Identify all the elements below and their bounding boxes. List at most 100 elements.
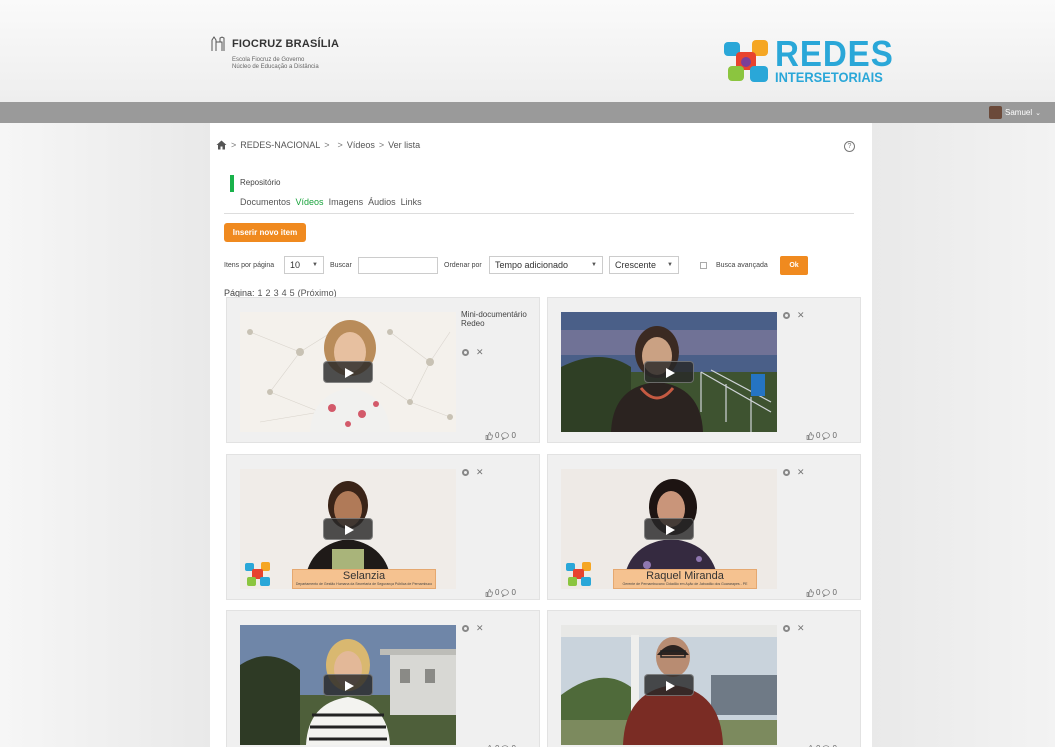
likes-count: 0	[495, 431, 500, 440]
caret-down-icon: ▼	[312, 262, 318, 268]
likes-count: 0	[816, 431, 821, 440]
breadcrumb-item[interactable]: Vídeos	[347, 140, 375, 150]
items-per-page-label: Itens por página	[224, 262, 275, 269]
play-button[interactable]	[644, 518, 694, 540]
gear-icon[interactable]	[783, 468, 790, 476]
redes-puzzle-icon	[245, 562, 270, 586]
home-icon[interactable]	[216, 140, 227, 150]
avatar	[989, 106, 1002, 119]
video-thumbnail[interactable]: Raquel Miranda Gerente de Pernambucano C…	[561, 469, 777, 589]
redes-logo[interactable]: REDES INTERSETORIAIS	[722, 33, 904, 85]
fiocruz-logo[interactable]: FIOCRUZ BRASÍLIA Escola Fiocruz de Gover…	[210, 36, 339, 71]
comments-count: 0	[511, 431, 516, 440]
video-stats: 0 0	[806, 431, 837, 440]
tab-links[interactable]: Links	[401, 197, 422, 207]
gear-icon[interactable]	[783, 624, 790, 632]
top-nav-bar: Samuel ⌄	[0, 102, 1055, 123]
redes-title: REDES	[775, 33, 894, 74]
close-icon[interactable]: ✕	[476, 624, 484, 633]
breadcrumb-item[interactable]: REDES-NACIONAL	[240, 140, 320, 150]
tab-videos[interactable]: Vídeos	[296, 197, 324, 207]
close-icon[interactable]: ✕	[476, 348, 484, 357]
divider	[224, 213, 854, 214]
video-stats: 0 0	[806, 588, 837, 597]
breadcrumb-separator: >	[324, 140, 330, 150]
filter-bar: Itens por página 10 ▼ Buscar Ordenar por …	[224, 256, 864, 276]
thumbs-up-icon[interactable]	[806, 588, 814, 597]
thumbs-up-icon[interactable]	[806, 431, 814, 440]
person-role: Gerente de Pernambucano Cidadão em Ação …	[622, 582, 748, 586]
play-button[interactable]	[644, 674, 694, 696]
help-icon[interactable]: ?	[844, 141, 855, 152]
fiocruz-title: FIOCRUZ BRASÍLIA	[232, 38, 340, 50]
close-icon[interactable]: ✕	[476, 468, 484, 477]
card-controls: ✕	[783, 624, 805, 633]
background-right	[872, 123, 1055, 747]
advanced-search-label: Busca avançada	[716, 262, 768, 269]
gear-icon[interactable]	[462, 624, 469, 632]
background-left	[0, 123, 210, 747]
caret-down-icon: ▼	[591, 262, 597, 268]
person-name: Selanzia	[342, 570, 386, 582]
thumbs-up-icon[interactable]	[485, 588, 493, 597]
close-icon[interactable]: ✕	[797, 311, 805, 320]
breadcrumb-separator: >	[231, 140, 237, 150]
advanced-search-checkbox[interactable]	[700, 262, 707, 269]
search-label: Buscar	[330, 262, 352, 269]
order-by-select[interactable]: Tempo adicionado ▼	[489, 256, 603, 274]
items-per-page-select[interactable]: 10 ▼	[284, 256, 324, 274]
play-button[interactable]	[323, 361, 373, 383]
video-card: Mini-documentário Redeo ✕ 0 0	[226, 297, 540, 443]
video-card: ✕ 0 0	[547, 610, 861, 747]
card-controls: ✕	[462, 468, 484, 477]
caret-down-icon: ▼	[667, 262, 673, 268]
redes-puzzle-icon	[566, 562, 591, 586]
tab-documents[interactable]: Documentos	[240, 197, 291, 207]
search-input[interactable]	[358, 257, 438, 274]
video-card: ✕ 0 0	[226, 610, 540, 747]
video-card: Selanzia Departamento de Gestão Humana d…	[226, 454, 540, 600]
fiocruz-building-icon	[211, 36, 225, 51]
video-card: Raquel Miranda Gerente de Pernambucano C…	[547, 454, 861, 600]
comment-icon[interactable]	[501, 588, 510, 597]
video-thumbnail[interactable]: Selanzia Departamento de Gestão Humana d…	[240, 469, 456, 589]
comment-icon[interactable]	[822, 431, 831, 440]
repository-tabs: Documentos Vídeos Imagens Áudios Links	[240, 197, 422, 207]
video-thumbnail[interactable]	[240, 625, 456, 745]
play-button[interactable]	[644, 361, 694, 383]
comment-icon[interactable]	[822, 588, 831, 597]
tab-audios[interactable]: Áudios	[368, 197, 396, 207]
main-content: > REDES-NACIONAL > > Vídeos > Ver lista …	[210, 123, 872, 747]
user-name: Samuel	[1005, 108, 1033, 117]
video-thumbnail[interactable]	[240, 312, 456, 432]
person-role: Departamento de Gestão Humana da Secreta…	[295, 582, 433, 586]
gear-icon[interactable]	[462, 348, 469, 356]
play-button[interactable]	[323, 518, 373, 540]
card-controls: ✕	[783, 311, 805, 320]
insert-item-button[interactable]: Inserir novo item	[224, 223, 306, 242]
comment-icon[interactable]	[501, 431, 510, 440]
comments-count: 0	[832, 588, 837, 597]
sort-direction-select[interactable]: Crescente ▼	[609, 256, 679, 274]
gear-icon[interactable]	[783, 311, 790, 319]
redes-subtitle: INTERSETORIAIS	[775, 69, 883, 85]
name-plate: Raquel Miranda Gerente de Pernambucano C…	[613, 569, 757, 589]
breadcrumb-current: Ver lista	[388, 140, 421, 150]
close-icon[interactable]: ✕	[797, 468, 805, 477]
video-stats: 0 0	[485, 588, 516, 597]
thumbs-up-icon[interactable]	[485, 431, 493, 440]
card-controls: ✕	[462, 624, 484, 633]
page-title: Repositório	[240, 178, 281, 187]
tab-images[interactable]: Imagens	[329, 197, 364, 207]
video-thumbnail[interactable]	[561, 625, 777, 745]
video-thumbnail[interactable]	[561, 312, 777, 432]
gear-icon[interactable]	[462, 468, 469, 476]
ok-button[interactable]: Ok	[780, 256, 808, 275]
play-button[interactable]	[323, 674, 373, 696]
comments-count: 0	[511, 588, 516, 597]
site-header: FIOCRUZ BRASÍLIA Escola Fiocruz de Gover…	[0, 0, 1055, 102]
user-menu[interactable]: Samuel ⌄	[989, 106, 1041, 119]
comments-count: 0	[832, 431, 837, 440]
close-icon[interactable]: ✕	[797, 624, 805, 633]
fiocruz-subtitle: Escola Fiocruz de Governo Núcleo de Educ…	[232, 57, 319, 70]
